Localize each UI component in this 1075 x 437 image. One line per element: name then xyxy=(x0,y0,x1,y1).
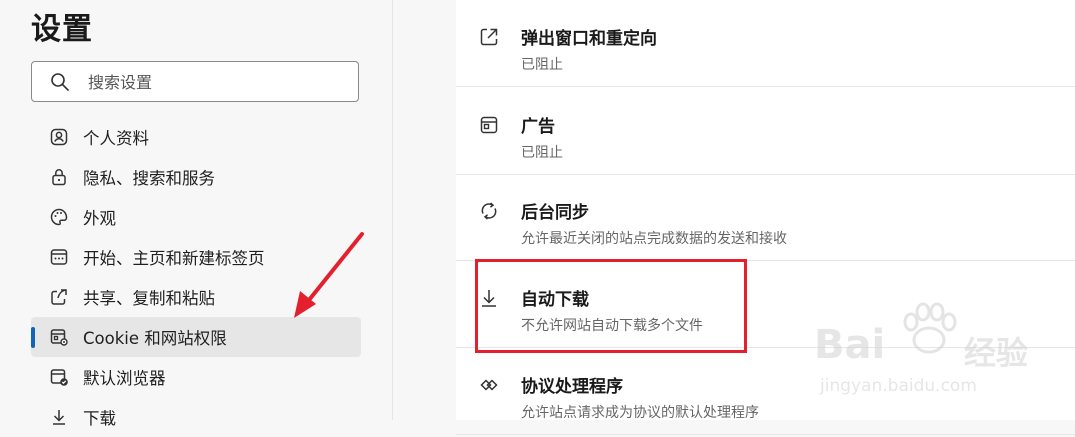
sidebar-item-label: 个人资料 xyxy=(83,129,149,148)
palette-icon xyxy=(49,207,69,227)
sidebar-nav: 个人资料 隐私、搜索和服务 外观 开始、主页和新建标签页 共享、复制和粘贴 Co… xyxy=(31,117,361,437)
settings-sidebar: 设置 个人资料 隐私、搜索和服务 外观 xyxy=(0,0,393,428)
profile-icon xyxy=(49,127,69,147)
sidebar-item-default-browser[interactable]: 默认浏览器 xyxy=(31,357,361,397)
home-tab-icon xyxy=(49,247,69,267)
permission-description: 允许最近关闭的站点完成数据的发送和接收 xyxy=(521,231,787,247)
ads-icon xyxy=(480,116,498,134)
sidebar-item-privacy[interactable]: 隐私、搜索和服务 xyxy=(31,157,361,197)
sync-icon xyxy=(481,202,497,220)
watermark-brand-suffix: 经验 xyxy=(964,334,1029,372)
cookie-permissions-icon xyxy=(49,327,69,347)
sidebar-item-label: 默认浏览器 xyxy=(83,369,166,388)
permission-status: 已阻止 xyxy=(521,145,563,161)
sidebar-item-start-home[interactable]: 开始、主页和新建标签页 xyxy=(31,237,361,277)
permission-title: 弹出窗口和重定向 xyxy=(521,29,657,49)
permission-title: 协议处理程序 xyxy=(521,377,623,397)
permission-row-background-sync[interactable]: 后台同步 允许最近关闭的站点完成数据的发送和接收 xyxy=(456,174,1075,261)
popup-redirect-icon xyxy=(480,28,498,46)
permission-status: 已阻止 xyxy=(521,57,563,73)
permission-row-popups[interactable]: 弹出窗口和重定向 已阻止 xyxy=(456,0,1075,87)
download-icon xyxy=(49,407,69,427)
lock-icon xyxy=(49,167,69,187)
protocol-handler-icon xyxy=(480,379,498,391)
sidebar-item-cookies[interactable]: Cookie 和网站权限 xyxy=(31,317,361,357)
share-icon xyxy=(49,287,69,307)
page-title: 设置 xyxy=(31,12,93,47)
sidebar-item-label: 共享、复制和粘贴 xyxy=(83,289,215,308)
permission-title: 广告 xyxy=(521,117,555,137)
permission-description: 允许站点请求成为协议的默认处理程序 xyxy=(521,405,759,421)
default-browser-icon xyxy=(49,367,69,387)
search-box[interactable] xyxy=(31,61,359,102)
sidebar-item-downloads[interactable]: 下载 xyxy=(31,397,361,437)
paw-icon xyxy=(903,302,957,354)
baidu-watermark: Bai 经验 jingyan.baidu.com xyxy=(814,300,1059,412)
sidebar-item-label: 开始、主页和新建标签页 xyxy=(83,249,265,268)
search-input[interactable] xyxy=(88,70,338,94)
watermark-brand: Bai xyxy=(814,322,886,368)
sidebar-item-label: Cookie 和网站权限 xyxy=(83,329,227,348)
sidebar-item-label: 隐私、搜索和服务 xyxy=(83,169,215,188)
permission-row-ads[interactable]: 广告 已阻止 xyxy=(456,88,1075,175)
sidebar-item-share[interactable]: 共享、复制和粘贴 xyxy=(31,277,361,317)
search-icon xyxy=(51,73,69,91)
permission-title: 后台同步 xyxy=(521,203,589,223)
sidebar-item-profile[interactable]: 个人资料 xyxy=(31,117,361,157)
sidebar-item-label: 下载 xyxy=(83,409,116,428)
sidebar-item-label: 外观 xyxy=(83,209,116,228)
watermark-url: jingyan.baidu.com xyxy=(820,376,977,396)
highlight-box xyxy=(475,259,747,353)
sidebar-item-appearance[interactable]: 外观 xyxy=(31,197,361,237)
